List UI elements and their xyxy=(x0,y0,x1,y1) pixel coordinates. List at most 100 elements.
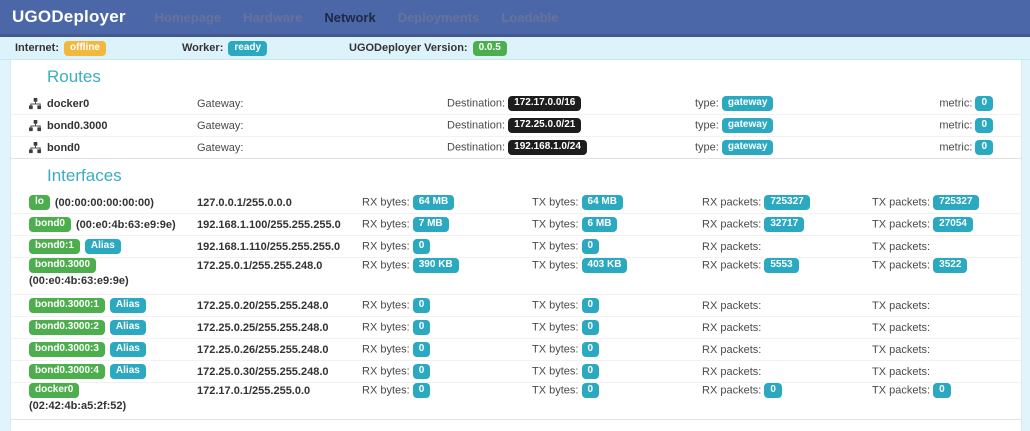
rx-bytes-label: RX bytes: xyxy=(362,259,410,272)
alias-badge: Alias xyxy=(84,239,121,254)
route-row-bond0: bond0 Gateway: Destination: 192.168.1.0/… xyxy=(11,136,1021,158)
rx-bytes-label: RX bytes: xyxy=(362,196,410,209)
tx-bytes-badge: 0 xyxy=(581,342,600,357)
type-label: type: xyxy=(695,119,719,132)
route-type-badge: gateway xyxy=(721,140,774,155)
routes-list: docker0 Gateway: Destination: 172.17.0.0… xyxy=(11,93,1021,159)
tx-packets-label: TX packets: xyxy=(872,196,931,209)
tx-packets-label: TX packets: xyxy=(872,259,931,272)
rx-bytes-badge: 0 xyxy=(412,298,431,313)
gateway-label: Gateway: xyxy=(197,141,244,154)
rx-packets-label: RX packets: xyxy=(702,218,762,231)
tx-bytes-label: TX bytes: xyxy=(532,240,579,253)
interface-name-badge: bond0.3000:2 xyxy=(29,320,105,335)
routes-section-title: Routes xyxy=(47,67,101,86)
gateway-label: Gateway: xyxy=(197,97,244,110)
interface-name-badge: bond0.3000:1 xyxy=(29,298,105,313)
internet-status-badge: offline xyxy=(64,40,106,56)
interface-ip: 192.168.1.110/255.255.255.0 xyxy=(197,240,341,253)
tx-bytes-label: TX bytes: xyxy=(532,259,579,272)
tx-bytes-badge: 64 MB xyxy=(581,195,623,210)
interface-name-cell: bond0.3000 xyxy=(29,258,197,273)
sitemap-icon xyxy=(29,97,42,110)
destination-badge: 172.17.0.0/16 xyxy=(508,96,582,111)
rx-bytes-badge: 0 xyxy=(412,342,431,357)
tx-bytes-label: TX bytes: xyxy=(532,218,579,231)
nav-item-homepage[interactable]: Homepage xyxy=(144,0,232,34)
interface-row: docker0 172.17.0.1/255.255.0.0 RX bytes:… xyxy=(11,382,1021,419)
interface-name-badge: bond0.3000:4 xyxy=(29,364,105,379)
alias-badge: Alias xyxy=(109,364,146,379)
tx-bytes-label: TX bytes: xyxy=(532,321,579,334)
destination-label: Destination: xyxy=(447,97,506,110)
route-name-cell: docker0 xyxy=(29,97,197,110)
tx-bytes-badge: 0 xyxy=(581,383,600,398)
interface-name-badge: docker0 xyxy=(29,383,80,398)
interface-mac: (00:00:00:00:00:00) xyxy=(54,196,154,209)
rx-bytes-badge: 0 xyxy=(412,320,431,335)
internet-label: Internet: xyxy=(15,42,59,54)
route-row-docker0: docker0 Gateway: Destination: 172.17.0.0… xyxy=(11,93,1021,114)
interface-mac-line: (00:e0:4b:63:e9:9e) xyxy=(29,275,129,287)
tx-bytes-label: TX bytes: xyxy=(532,365,579,378)
nav-item-deployments[interactable]: Deployments xyxy=(387,0,491,34)
interface-ip: 172.25.0.1/255.255.248.0 xyxy=(197,259,323,272)
internet-status: Internet: offline xyxy=(15,40,182,56)
interface-name-cell: bond0 (00:e0:4b:63:e9:9e) xyxy=(29,217,197,232)
interface-ip: 172.17.0.1/255.255.0.0 xyxy=(197,384,311,397)
interface-name-badge: bond0 xyxy=(29,217,71,232)
rx-packets-label: RX packets: xyxy=(702,343,762,356)
version-status: UGODeployer Version: 0.0.5 xyxy=(349,40,507,56)
interfaces-section-title: Interfaces xyxy=(47,166,122,185)
rx-bytes-label: RX bytes: xyxy=(362,299,410,312)
tx-packets-badge: 0 xyxy=(933,383,951,398)
sitemap-icon xyxy=(29,119,42,132)
interface-row: bond0 (00:e0:4b:63:e9:9e) 192.168.1.100/… xyxy=(11,213,1021,235)
tx-bytes-badge: 0 xyxy=(581,364,600,379)
tx-packets-label: TX packets: xyxy=(872,343,931,356)
destination-label: Destination: xyxy=(447,119,506,132)
interface-name-badge: lo xyxy=(29,195,50,210)
interface-ip: 172.25.0.25/255.255.248.0 xyxy=(197,321,329,334)
top-navbar: UGODeployer Homepage Hardware Network De… xyxy=(0,0,1030,37)
rx-bytes-label: RX bytes: xyxy=(362,321,410,334)
rx-bytes-label: RX bytes: xyxy=(362,343,410,356)
sitemap-icon xyxy=(29,141,42,154)
nav-item-network[interactable]: Network xyxy=(313,0,386,34)
rx-bytes-badge: 390 KB xyxy=(412,258,459,273)
rx-packets-label: RX packets: xyxy=(702,259,762,272)
nav-item-hardware[interactable]: Hardware xyxy=(232,0,313,34)
route-name: bond0 xyxy=(47,141,80,154)
route-name-cell: bond0 xyxy=(29,141,197,154)
tx-packets-label: TX packets: xyxy=(872,299,931,312)
tx-bytes-badge: 0 xyxy=(581,239,600,254)
nav-item-loadable[interactable]: Loadable xyxy=(490,0,569,34)
metric-badge: 0 xyxy=(975,96,993,111)
interface-row: bond0.3000 172.25.0.1/255.255.248.0 RX b… xyxy=(11,257,1021,294)
rx-packets-label: RX packets: xyxy=(702,321,762,334)
interface-name-badge: bond0.3000:3 xyxy=(29,342,105,357)
destination-label: Destination: xyxy=(447,141,506,154)
metric-label: metric: xyxy=(939,97,973,110)
worker-status-badge: ready xyxy=(228,40,268,56)
rx-bytes-badge: 0 xyxy=(412,239,431,254)
interface-row: bond0.3000:2 Alias 172.25.0.25/255.255.2… xyxy=(11,316,1021,338)
rx-bytes-badge: 64 MB xyxy=(412,195,455,210)
app-brand[interactable]: UGODeployer xyxy=(12,7,126,27)
tx-packets-badge: 725327 xyxy=(933,195,979,210)
interface-name-badge: bond0:1 xyxy=(29,239,80,254)
interface-row: bond0:1 Alias 192.168.1.110/255.255.255.… xyxy=(11,235,1021,257)
interface-name-cell: lo (00:00:00:00:00:00) xyxy=(29,195,197,210)
destination-badge: 172.25.0.0/21 xyxy=(508,118,582,133)
version-label: UGODeployer Version: xyxy=(349,42,468,54)
metric-badge: 0 xyxy=(975,118,993,133)
interface-mac: (00:e0:4b:63:e9:9e) xyxy=(76,218,176,231)
interface-ip: 172.25.0.30/255.255.248.0 xyxy=(197,365,329,378)
rx-packets-badge: 5553 xyxy=(764,258,799,273)
interface-row: bond0.3000:4 Alias 172.25.0.30/255.255.2… xyxy=(11,360,1021,382)
metric-label: metric: xyxy=(939,119,973,132)
metric-badge: 0 xyxy=(975,140,993,155)
tx-packets-label: TX packets: xyxy=(872,218,931,231)
interface-name-cell: bond0.3000:1 Alias xyxy=(29,298,197,313)
tx-bytes-badge: 0 xyxy=(581,298,600,313)
